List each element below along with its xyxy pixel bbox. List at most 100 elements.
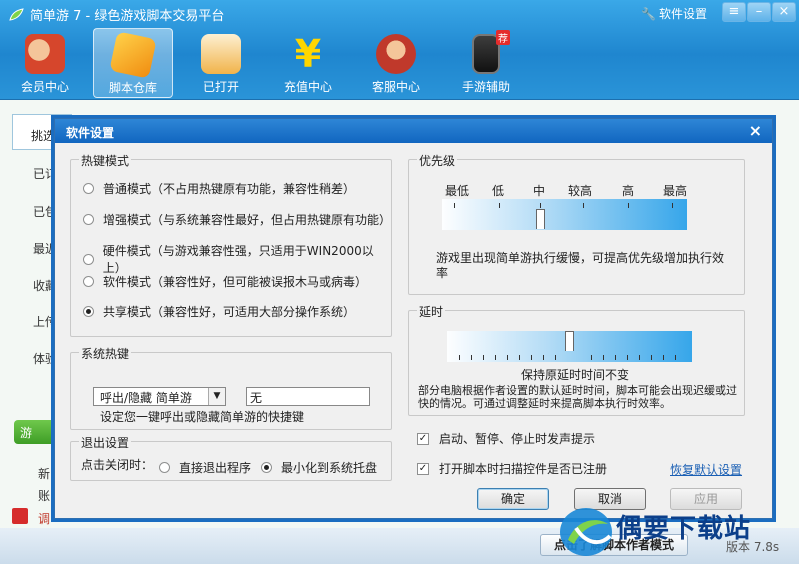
top-toolbar: 简单游 7 - 绿色游戏脚本交易平台 🔧 软件设置 ≡ – × 会员中心 脚本仓… (0, 0, 799, 100)
slider-tick (454, 203, 455, 208)
hotkey-hint: 设定您一键呼出或隐藏简单游的快捷键 (100, 410, 305, 424)
chevron-down-icon[interactable]: ▼ (208, 388, 225, 405)
scan-control-check[interactable]: ✓ 打开脚本时扫描控件是否已注册 (417, 460, 607, 477)
slider-tick (603, 355, 604, 360)
priority-level-label: 低 (492, 184, 505, 198)
system-hotkey-group: 系统热键 呼出/隐藏 简单游 ▼ 无 设定您一键呼出或隐藏简单游的快捷键 (70, 345, 392, 430)
hotkey-mode-option[interactable]: 普通模式（不占用热键原有功能，兼容性稍差） (83, 180, 355, 197)
group-title: 延时 (417, 303, 446, 320)
nav-support[interactable]: 客服中心 (356, 28, 436, 98)
ok-button[interactable]: 确定 (477, 488, 549, 510)
radio-button[interactable] (159, 462, 170, 473)
sound-prompt-check[interactable]: ✓ 启动、暂停、停止时发声提示 (417, 430, 595, 447)
exit-settings-group: 退出设置 点击关闭时： 直接退出程序 最小化到系统托盘 (70, 434, 392, 481)
slider-tick (519, 355, 520, 360)
exit-option[interactable]: 直接退出程序 (159, 459, 251, 476)
leaf-logo-icon (9, 7, 24, 21)
menu-icon: ≡ (728, 4, 740, 19)
hotkey-mode-option[interactable]: 共享模式（兼容性好，可适用大部分操作系统） (83, 303, 355, 320)
exit-option[interactable]: 最小化到系统托盘 (261, 459, 377, 476)
nav-opened[interactable]: 已打开 (181, 28, 261, 98)
close-button[interactable]: × (772, 2, 796, 22)
nav-script-store[interactable]: 脚本仓库 (93, 28, 173, 98)
nav-recharge[interactable]: ¥ 充值中心 (268, 28, 348, 98)
nav-mobile-assist[interactable]: 荐 手游辅助 (446, 28, 526, 98)
option-label: 硬件模式（与游戏兼容性强，只适用于WIN2000以上） (102, 244, 374, 275)
check-label: 打开脚本时扫描控件是否已注册 (439, 462, 608, 476)
hotkey-mode-option[interactable]: 增强模式（与系统兼容性最好，但占用热键原有功能） (83, 211, 391, 228)
group-title: 热键模式 (79, 152, 132, 169)
hotkey-mode-option[interactable]: 软件模式（兼容性好，但可能被误报木马或病毒） (83, 273, 367, 290)
slider-thumb[interactable] (536, 209, 545, 229)
dialog-title: 软件设置 (66, 126, 115, 140)
priority-level-label: 最低 (445, 184, 470, 198)
priority-level-label: 最高 (663, 184, 688, 198)
software-settings-label: 软件设置 (658, 7, 707, 21)
slider-tick (540, 203, 541, 208)
priority-slider[interactable] (442, 199, 687, 230)
hotkey-action-select[interactable]: 呼出/隐藏 简单游 ▼ (93, 387, 226, 406)
option-label: 软件模式（兼容性好，但可能被误报木马或病毒） (103, 275, 368, 289)
delay-group: 延时 保持原延时时间不变 部分电脑根据作者设置的默认延时时间，脚本可能会出现迟缓… (408, 303, 745, 416)
slider-tick (591, 355, 592, 360)
software-settings-link[interactable]: 🔧 软件设置 (641, 5, 707, 22)
dialog-close-icon[interactable]: × (749, 121, 762, 140)
green-action-label: 游 (20, 426, 33, 440)
group-title: 系统热键 (79, 345, 132, 362)
checkbox[interactable]: ✓ (417, 432, 429, 445)
nav-label: 充值中心 (283, 80, 332, 94)
restore-defaults-link[interactable]: 恢复默认设置 (670, 461, 742, 478)
nav-member-center[interactable]: 会员中心 (5, 28, 85, 98)
nav-label: 脚本仓库 (108, 81, 157, 95)
gift-icon (12, 508, 28, 524)
delay-status: 保持原延时时间不变 (521, 368, 630, 382)
priority-level-label: 中 (533, 184, 546, 198)
radio-button[interactable] (83, 214, 94, 225)
close-icon: × (778, 4, 790, 19)
priority-level-label: 较高 (568, 184, 593, 198)
option-label: 共享模式（兼容性好，可适用大部分操作系统） (103, 305, 356, 319)
sidebar-bottom-item[interactable]: 新 (38, 465, 50, 482)
nav-label: 会员中心 (20, 80, 69, 94)
group-title: 优先级 (417, 152, 458, 169)
hotkey-mode-group: 热键模式 普通模式（不占用热键原有功能，兼容性稍差） 增强模式（与系统兼容性最好… (70, 152, 392, 337)
script-store-icon (109, 31, 157, 79)
app-title-bar: 简单游 7 - 绿色游戏脚本交易平台 (8, 5, 224, 24)
sidebar-bottom-item[interactable]: 调 (38, 510, 50, 527)
slider-tick (663, 355, 664, 360)
slider-tick (507, 355, 508, 360)
priority-level-label: 高 (622, 184, 635, 198)
slider-tick (639, 355, 640, 360)
member-icon (25, 34, 65, 74)
radio-button[interactable] (261, 462, 272, 473)
radio-button[interactable] (83, 276, 94, 287)
slider-tick (483, 355, 484, 360)
option-label: 最小化到系统托盘 (281, 461, 378, 475)
recharge-icon: ¥ (294, 32, 322, 76)
slider-tick (675, 355, 676, 360)
nav-label: 已打开 (202, 80, 239, 94)
app-title: 简单游 7 - 绿色游戏脚本交易平台 (30, 9, 225, 24)
checkbox[interactable]: ✓ (417, 462, 429, 475)
slider-tick (672, 203, 673, 208)
slider-tick (499, 203, 500, 208)
hotkey-mode-option[interactable]: 硬件模式（与游戏兼容性强，只适用于WIN2000以上） (83, 242, 391, 276)
radio-button[interactable] (83, 253, 94, 265)
option-label: 增强模式（与系统兼容性最好，但占用热键原有功能） (103, 213, 392, 227)
opened-icon (201, 34, 241, 74)
menu-button[interactable]: ≡ (722, 2, 746, 22)
slider-tick (543, 355, 544, 360)
wrench-icon: 🔧 (641, 6, 656, 21)
sidebar-bottom-item[interactable]: 账 (38, 487, 50, 504)
minimize-button[interactable]: – (747, 2, 771, 22)
minimize-icon: – (755, 4, 763, 19)
settings-dialog: 软件设置 × 热键模式 普通模式（不占用热键原有功能，兼容性稍差） 增强模式（与… (54, 118, 773, 519)
hotkey-input[interactable]: 无 (246, 387, 370, 406)
slider-tick (651, 355, 652, 360)
radio-button[interactable] (83, 306, 94, 317)
radio-button[interactable] (83, 183, 94, 194)
delay-note: 部分电脑根据作者设置的默认延时时间，脚本可能会出现迟缓或过快的情况。可通过调整延… (418, 384, 737, 410)
slider-thumb[interactable] (565, 331, 574, 351)
delay-slider[interactable] (447, 331, 692, 362)
nav-label: 手游辅助 (461, 80, 510, 94)
